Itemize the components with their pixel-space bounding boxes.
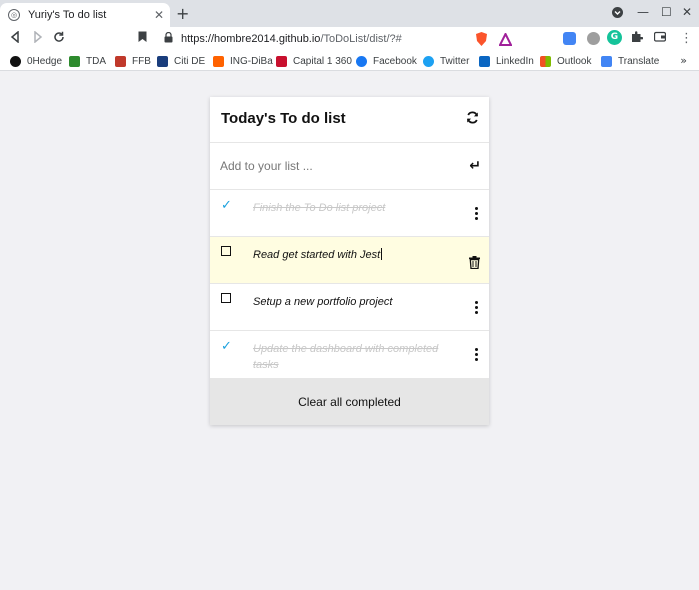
forward-icon[interactable] — [33, 30, 43, 48]
td-icon — [69, 55, 80, 67]
more-options-icon[interactable] — [475, 301, 478, 314]
checkbox[interactable] — [221, 293, 231, 303]
linkedin-icon — [479, 55, 490, 67]
bookmarks-overflow-icon[interactable]: » — [680, 54, 687, 67]
url-path: /ToDoList/dist/?# — [320, 33, 402, 45]
bookmark-item[interactable]: Citi DE — [157, 54, 205, 68]
address-bar[interactable]: https://hombre2014.github.io/ToDoList/di… — [158, 29, 522, 49]
zerohedge-icon — [10, 55, 21, 67]
checkbox[interactable] — [221, 246, 231, 256]
reload-icon[interactable] — [53, 31, 65, 48]
bookmark-icon[interactable] — [138, 31, 147, 48]
todo-item[interactable]: ✓ Finish the To Do list project — [210, 190, 489, 237]
refresh-icon[interactable] — [466, 111, 479, 127]
bookmark-label: LinkedIn — [496, 55, 534, 67]
todo-item-text: Read get started with Jest — [253, 249, 381, 261]
bookmark-item[interactable]: Twitter — [423, 54, 469, 68]
maximize-icon[interactable]: ☐ — [661, 5, 672, 19]
trash-icon[interactable] — [469, 254, 480, 270]
todo-card: Today's To do list ↵ ✓ Finish the To Do … — [210, 97, 489, 425]
brave-shields-icon[interactable] — [475, 31, 488, 46]
capitalone-icon — [276, 55, 287, 67]
bookmark-label: Capital 1 360 — [293, 55, 352, 67]
menu-kebab-icon[interactable]: ⋮ — [680, 31, 693, 47]
twitter-icon — [423, 55, 434, 67]
wallet-icon[interactable] — [653, 31, 667, 47]
bookmark-item[interactable]: 0Hedge — [10, 54, 62, 68]
browser-toolbar: https://hombre2014.github.io/ToDoList/di… — [0, 27, 699, 51]
extensions-puzzle-icon[interactable] — [631, 31, 644, 48]
bookmark-item[interactable]: Facebook — [356, 54, 417, 68]
bookmark-label: Citi DE — [174, 55, 206, 67]
browser-tabstrip: ◎ Yuriy's To do list ✕ + — ☐ ✕ — [0, 0, 699, 27]
bookmark-label: TDA — [86, 55, 106, 67]
todo-item-editing[interactable]: Read get started with Jest — [210, 237, 489, 284]
bookmark-label: Translate — [618, 55, 660, 67]
back-icon[interactable] — [10, 30, 20, 48]
new-tab-icon[interactable]: + — [176, 6, 189, 22]
todo-item-text[interactable]: Finish the To Do list project — [253, 200, 453, 216]
url-host: https://hombre2014.github.io — [181, 33, 321, 45]
bookmark-item[interactable]: LinkedIn — [479, 54, 534, 68]
bookmark-item[interactable]: TDA — [69, 54, 106, 68]
lock-icon — [164, 31, 173, 46]
ffb-icon — [115, 55, 126, 67]
bookmark-item[interactable]: Outlook — [540, 54, 591, 68]
translate-icon — [601, 55, 612, 67]
bookmark-label: Outlook — [557, 55, 592, 67]
bookmark-label: 0Hedge — [27, 55, 63, 67]
tab-search-icon[interactable] — [612, 7, 623, 21]
todo-item-text[interactable]: Setup a new portfolio project — [253, 294, 453, 310]
bookmark-label: FFB — [132, 55, 151, 67]
facebook-icon — [356, 55, 367, 67]
todo-item-edit-field[interactable]: Read get started with Jest — [253, 247, 453, 263]
brave-rewards-icon[interactable] — [498, 31, 513, 46]
globe-icon: ◎ — [8, 9, 20, 21]
microsoft-icon — [540, 55, 551, 67]
citi-icon — [157, 55, 168, 67]
todo-header: Today's To do list — [210, 97, 489, 143]
todo-item[interactable]: Setup a new portfolio project — [210, 284, 489, 331]
add-task-input[interactable] — [220, 157, 460, 175]
ing-icon — [213, 55, 224, 67]
bookmark-label: Twitter — [440, 55, 470, 67]
text-caret — [381, 248, 383, 260]
google-translate-ext-icon[interactable] — [563, 32, 576, 45]
bookmark-item[interactable]: ING-DiBa — [213, 54, 273, 68]
close-window-icon[interactable]: ✕ — [682, 5, 692, 19]
bookmark-label: Facebook — [373, 55, 417, 67]
add-task-row: ↵ — [210, 143, 489, 190]
enter-key-icon[interactable]: ↵ — [469, 158, 481, 174]
todo-item-text[interactable]: Update the dashboard with completed task… — [253, 341, 453, 373]
clear-completed-button[interactable]: Clear all completed — [210, 379, 489, 425]
bookmark-item[interactable]: Capital 1 360 — [276, 54, 352, 68]
page-title: Today's To do list — [221, 110, 346, 127]
bookmarks-bar: 0Hedge TDA FFB Citi DE ING-DiBa Capital … — [0, 51, 699, 71]
tab-close-icon[interactable]: ✕ — [154, 8, 164, 22]
bookmark-label: ING-DiBa — [230, 55, 273, 67]
minimize-icon[interactable]: — — [637, 5, 649, 19]
bookmark-item[interactable]: FFB — [115, 54, 151, 68]
browser-tab[interactable]: ◎ Yuriy's To do list ✕ — [0, 3, 170, 27]
tab-title: Yuriy's To do list — [28, 9, 107, 21]
todo-item[interactable]: ✓ Update the dashboard with completed ta… — [210, 331, 489, 379]
checkmark-icon[interactable]: ✓ — [221, 199, 232, 213]
bookmark-item[interactable]: Translate — [601, 54, 659, 68]
grammarly-icon[interactable]: G — [607, 30, 622, 45]
extension-icon[interactable] — [587, 32, 600, 45]
more-options-icon[interactable] — [475, 348, 478, 361]
more-options-icon[interactable] — [475, 207, 478, 220]
url-text: https://hombre2014.github.io/ToDoList/di… — [181, 33, 402, 45]
checkmark-icon[interactable]: ✓ — [221, 340, 232, 354]
